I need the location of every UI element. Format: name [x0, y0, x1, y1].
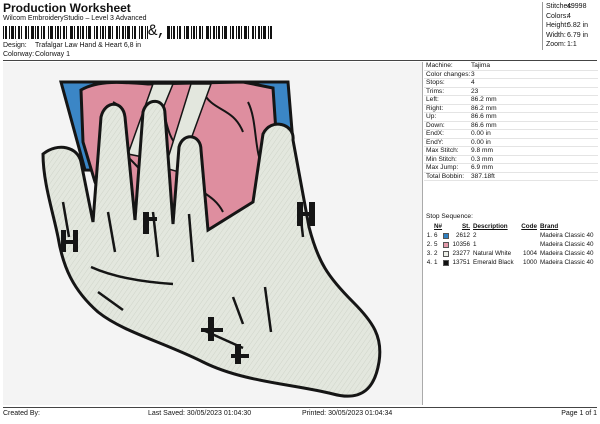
colorway-label: Colorway:	[3, 51, 35, 58]
barcode-text: &,	[148, 22, 166, 40]
colorway-value: Colorway 1	[35, 51, 71, 58]
design-row: Design: Trafalgar Law Hand & Heart 6,8 i…	[3, 42, 141, 49]
stop-row: 4. 1 13751 Emerald Black 1000 Madeira Cl…	[426, 259, 594, 266]
printed-date: Printed: 30/05/2023 01:04:34	[302, 410, 393, 417]
color-swatch	[443, 232, 449, 239]
page-title: Production Worksheet	[3, 1, 131, 15]
info-row: Down: 86.6 mm	[424, 122, 598, 130]
info-row: Right: 86.2 mm	[424, 105, 598, 113]
info-row: Up: 86.6 mm	[424, 113, 598, 122]
stat-row: Stitches: 49998	[546, 3, 587, 10]
stop-sequence-title: Stop Sequence:	[426, 213, 473, 220]
design-label: Design:	[3, 42, 27, 49]
info-row: Min Stitch: 0.3 mm	[424, 156, 598, 164]
header-divider	[3, 60, 597, 61]
stop-row: 3. 2 23277 Natural White 1004 Madeira Cl…	[426, 250, 594, 257]
info-row: Machine: Tajima	[424, 62, 598, 71]
color-swatch	[443, 250, 449, 257]
color-swatch	[443, 259, 449, 266]
stat-row: Colors: 4	[546, 12, 571, 20]
created-by: Created By:	[3, 410, 40, 417]
footer-divider	[3, 407, 597, 408]
embroidery-design-image	[41, 80, 382, 398]
stop-sequence-header: N# St. Description Code Brand	[434, 223, 559, 230]
info-row: Stops: 4	[424, 79, 598, 88]
stop-sequence-table: N# St. Description Code Brand 1. 6 2612 …	[424, 222, 598, 267]
stats-box: Stitches: 49998 Colors: 4 Height: 6.82 in W…	[542, 2, 598, 50]
stop-row: 1. 6 2612 2 Madeira Classic 40	[426, 232, 594, 239]
colorway-row: Colorway: Colorway 1	[3, 51, 70, 58]
stat-row: Width: 6.79 in	[546, 31, 589, 39]
stop-row: 2. 5 10356 1 Madeira Classic 40	[426, 241, 594, 248]
last-saved: Last Saved: 30/05/2023 01:04:30	[148, 410, 252, 417]
info-row: EndX: 0.00 in	[424, 130, 598, 139]
info-row: Color changes: 3	[424, 71, 598, 79]
info-row: Max Stitch: 9.8 mm	[424, 147, 598, 156]
page-number: Page 1 of 1	[561, 410, 597, 417]
info-row: Left: 86.2 mm	[424, 96, 598, 105]
software-subtitle: Wilcom EmbroideryStudio – Level 3 Advanc…	[3, 15, 147, 22]
color-swatch	[443, 241, 449, 248]
machine-info-panel: Machine: Tajima Color changes: 3 Stops: 4 T…	[424, 62, 598, 181]
design-value: Trafalgar Law Hand & Heart 6,8 in	[35, 42, 141, 49]
stat-row: Zoom: 1:1	[546, 41, 577, 48]
design-preview[interactable]	[3, 62, 423, 405]
info-row: Trims: 23	[424, 88, 598, 96]
barcode	[3, 26, 272, 39]
info-row: EndY: 0.00 in	[424, 139, 598, 147]
stat-row: Height: 6.82 in	[546, 22, 589, 29]
info-row: Total Bobbin: 387.18ft	[424, 173, 598, 181]
info-row: Max Jump: 6.9 mm	[424, 164, 598, 173]
